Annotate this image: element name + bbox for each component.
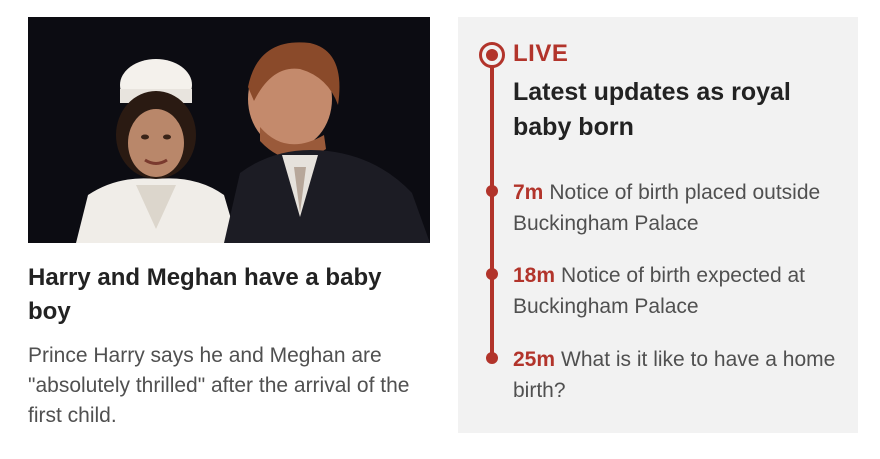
update-summary: Notice of birth expected at Buckingham P… (513, 264, 806, 318)
story-image[interactable] (28, 17, 430, 243)
update-text[interactable]: 18m Notice of birth expected at Buckingha… (513, 260, 848, 322)
timeline-dot-icon (486, 268, 498, 280)
live-headline[interactable]: Latest updates as royal baby born (513, 75, 848, 145)
story-photo (28, 17, 430, 243)
story-card[interactable]: Harry and Meghan have a baby boy Prince … (28, 17, 430, 431)
timeline-line (490, 67, 494, 363)
live-panel: LIVE Latest updates as royal baby born 7… (458, 17, 858, 433)
story-title[interactable]: Harry and Meghan have a baby boy (28, 261, 408, 329)
update-time: 18m (513, 264, 556, 287)
update-text[interactable]: 25m What is it like to have a home birth? (513, 344, 848, 406)
update-time: 7m (513, 181, 544, 204)
news-page: Harry and Meghan have a baby boy Prince … (0, 0, 880, 459)
story-summary: Prince Harry says he and Meghan are "abs… (28, 344, 410, 427)
update-text[interactable]: 7m Notice of birth placed outside Bucking… (513, 177, 848, 239)
live-indicator-icon (479, 42, 505, 68)
update-summary: Notice of birth placed outside Buckingha… (513, 181, 821, 235)
timeline-dot-icon (486, 185, 498, 197)
live-label: LIVE (513, 40, 569, 67)
update-summary: What is it like to have a home birth? (513, 348, 836, 402)
update-time: 25m (513, 348, 556, 371)
timeline-dot-icon (486, 352, 498, 364)
